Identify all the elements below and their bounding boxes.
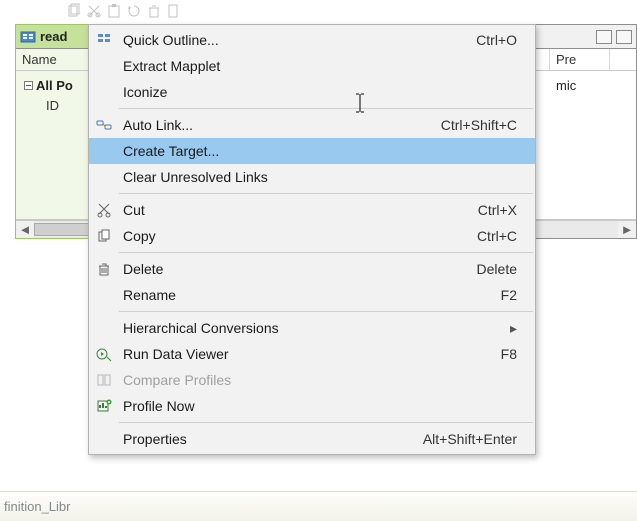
delete-icon: [146, 3, 162, 19]
menu-item-accelerator: Ctrl+Shift+C: [441, 117, 517, 133]
column-pre-header[interactable]: Pre: [550, 49, 610, 70]
menu-item-run-data-viewer[interactable]: Run Data ViewerF8: [89, 341, 535, 367]
menu-item-accelerator: Ctrl+O: [476, 32, 517, 48]
tree-child-label: ID: [46, 98, 59, 113]
menu-item-profile-now[interactable]: Profile Now: [89, 393, 535, 419]
read-panel-icon: [20, 29, 36, 45]
menu-item-hierarchical[interactable]: Hierarchical Conversions▸: [89, 315, 535, 341]
menu-item-accelerator: Alt+Shift+Enter: [423, 431, 517, 447]
menu-separator: [119, 193, 533, 194]
delete-icon: [89, 261, 119, 277]
menu-item-accelerator: Ctrl+X: [478, 202, 517, 218]
menu-item-copy[interactable]: CopyCtrl+C: [89, 223, 535, 249]
menu-item-delete[interactable]: DeleteDelete: [89, 256, 535, 282]
reload-icon: [126, 3, 142, 19]
menu-separator: [119, 252, 533, 253]
compare-icon: [89, 372, 119, 388]
bottom-strip: finition_Libr: [0, 491, 637, 521]
tree-root-label: All Po: [36, 78, 73, 93]
menu-item-label: Hierarchical Conversions: [119, 320, 507, 336]
collapse-icon[interactable]: [24, 81, 33, 90]
menu-item-create-target[interactable]: Create Target...: [89, 138, 535, 164]
autolink-icon: [89, 117, 119, 133]
menu-item-properties[interactable]: PropertiesAlt+Shift+Enter: [89, 426, 535, 452]
menu-item-label: Compare Profiles: [119, 372, 517, 388]
context-menu: Quick Outline...Ctrl+O Extract Mapplet Ico…: [88, 24, 536, 455]
menu-item-label: Run Data Viewer: [119, 346, 501, 362]
new-icon: [166, 3, 182, 19]
run-icon: [89, 346, 119, 362]
menu-item-accelerator: F8: [501, 346, 517, 362]
menu-item-compare-profiles: Compare Profiles: [89, 367, 535, 393]
copy-icon: [66, 3, 82, 19]
submenu-arrow-icon: ▸: [507, 320, 517, 337]
menu-item-label: Create Target...: [119, 143, 517, 159]
scroll-right-icon[interactable]: ►: [618, 221, 636, 238]
menu-item-label: Delete: [119, 261, 477, 277]
outline-icon: [89, 32, 119, 48]
menu-item-label: Quick Outline...: [119, 32, 476, 48]
profile-icon: [89, 398, 119, 414]
menu-item-auto-link[interactable]: Auto Link...Ctrl+Shift+C: [89, 112, 535, 138]
menu-item-rename[interactable]: RenameF2: [89, 282, 535, 308]
menu-item-label: Clear Unresolved Links: [119, 169, 517, 185]
menu-item-label: Rename: [119, 287, 501, 303]
menu-item-quick-outline[interactable]: Quick Outline...Ctrl+O: [89, 27, 535, 53]
menu-separator: [119, 108, 533, 109]
paste-icon: [106, 3, 122, 19]
copy-icon: [89, 228, 119, 244]
bdm-value-label: mic: [556, 78, 576, 93]
menu-item-accelerator: Delete: [477, 261, 517, 277]
menu-item-accelerator: Ctrl+C: [477, 228, 517, 244]
menu-item-cut[interactable]: CutCtrl+X: [89, 197, 535, 223]
bdm-panel-max-button[interactable]: [616, 30, 632, 44]
menu-item-accelerator: F2: [501, 287, 517, 303]
top-toolbar: [0, 0, 637, 22]
menu-item-label: Auto Link...: [119, 117, 441, 133]
menu-item-label: Properties: [119, 431, 423, 447]
cut-icon: [89, 202, 119, 218]
menu-item-iconize[interactable]: Iconize: [89, 79, 535, 105]
cut-icon: [86, 3, 102, 19]
menu-item-label: Profile Now: [119, 398, 517, 414]
menu-item-label: Extract Mapplet: [119, 58, 517, 74]
menu-separator: [119, 311, 533, 312]
menu-item-label: Iconize: [119, 84, 517, 100]
bottom-strip-label: finition_Libr: [4, 499, 71, 514]
bdm-panel-min-button[interactable]: [596, 30, 612, 44]
menu-item-clear-unresolved[interactable]: Clear Unresolved Links: [89, 164, 535, 190]
menu-separator: [119, 422, 533, 423]
menu-item-label: Copy: [119, 228, 477, 244]
scroll-left-icon[interactable]: ◄: [16, 221, 34, 238]
menu-item-label: Cut: [119, 202, 478, 218]
menu-item-extract-mapplet[interactable]: Extract Mapplet: [89, 53, 535, 79]
